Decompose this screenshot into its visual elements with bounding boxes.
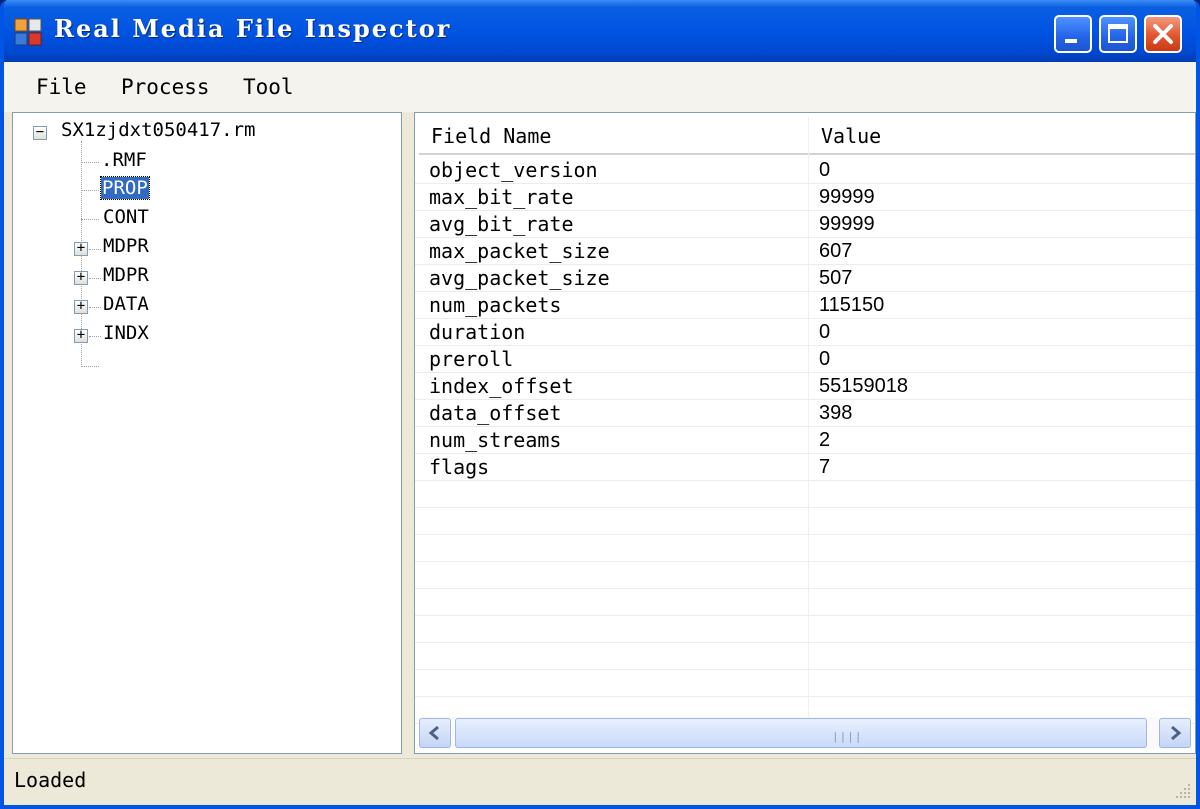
expand-icon[interactable]: + bbox=[74, 299, 88, 314]
value-cell: 55159018 bbox=[819, 375, 908, 397]
window-title: Real Media File Inspector bbox=[54, 14, 452, 43]
tree-node-cont[interactable]: CONT bbox=[103, 206, 149, 228]
status-bar: Loaded bbox=[4, 758, 1196, 805]
value-cell: 607 bbox=[819, 240, 853, 262]
tree-branch-line bbox=[81, 162, 99, 163]
value-cell: 0 bbox=[819, 159, 831, 181]
field-name-cell: num_packets bbox=[429, 293, 562, 317]
tree-node-data[interactable]: DATA bbox=[103, 293, 149, 315]
tree-branch-line bbox=[81, 219, 99, 220]
table-row[interactable]: max_bit_rate 99999 bbox=[415, 184, 1195, 211]
table-row[interactable]: duration 0 bbox=[415, 319, 1195, 346]
value-cell: 115150 bbox=[819, 294, 885, 316]
field-name-cell: object_version bbox=[429, 158, 598, 182]
field-name-cell: max_bit_rate bbox=[429, 185, 574, 209]
status-text: Loaded bbox=[14, 768, 87, 792]
table-row[interactable]: object_version 0 bbox=[415, 157, 1195, 184]
field-name-cell: index_offset bbox=[429, 374, 574, 398]
empty-row bbox=[415, 481, 1195, 508]
menu-process[interactable]: Process bbox=[121, 75, 210, 99]
resize-grip-icon[interactable] bbox=[1172, 780, 1192, 800]
tree-node-mdpr[interactable]: MDPR bbox=[103, 264, 149, 286]
minimize-button[interactable] bbox=[1054, 15, 1092, 53]
tree-branch-line bbox=[89, 336, 101, 337]
close-button[interactable] bbox=[1144, 15, 1182, 53]
maximize-icon bbox=[1108, 24, 1128, 43]
table-row[interactable]: num_packets 115150 bbox=[415, 292, 1195, 319]
scroll-left-button[interactable] bbox=[419, 718, 451, 748]
scroll-right-button[interactable] bbox=[1159, 718, 1191, 748]
tree-root-file[interactable]: SX1zjdxt050417.rm bbox=[61, 119, 255, 141]
chunk-tree-view[interactable]: − SX1zjdxt050417.rm .RMF PROP CONT + MDP… bbox=[12, 112, 402, 754]
chevron-right-icon bbox=[1171, 725, 1182, 741]
value-cell: 7 bbox=[819, 456, 831, 478]
field-name-cell: max_packet_size bbox=[429, 239, 610, 263]
expand-icon[interactable]: + bbox=[74, 241, 88, 256]
table-row[interactable]: max_packet_size 607 bbox=[415, 238, 1195, 265]
menu-bar: File Process Tool bbox=[4, 62, 1196, 112]
tree-branch-line bbox=[89, 307, 101, 308]
value-cell: 0 bbox=[819, 321, 831, 343]
column-header-value[interactable]: Value bbox=[809, 117, 1195, 155]
value-cell: 99999 bbox=[819, 213, 875, 235]
tree-branch-line bbox=[89, 249, 101, 250]
field-name-cell: data_offset bbox=[429, 401, 562, 425]
collapse-icon[interactable]: − bbox=[33, 125, 47, 140]
field-name-cell: avg_packet_size bbox=[429, 266, 610, 290]
main-window: Real Media File Inspector File Process T… bbox=[0, 0, 1200, 809]
value-cell: 507 bbox=[819, 267, 853, 289]
table-row[interactable]: avg_bit_rate 99999 bbox=[415, 211, 1195, 238]
field-name-cell: num_streams bbox=[429, 428, 562, 452]
title-bar[interactable]: Real Media File Inspector bbox=[4, 0, 1196, 62]
field-list-view[interactable]: Field Name Value object_version 0 max_bit_… bbox=[414, 112, 1196, 754]
tree-node-rmf[interactable]: .RMF bbox=[101, 149, 147, 171]
field-name-cell: flags bbox=[429, 455, 490, 479]
tree-node-prop[interactable]: PROP bbox=[100, 176, 150, 200]
grip-icon: |||| bbox=[832, 730, 863, 743]
value-cell: 0 bbox=[819, 348, 831, 370]
field-name-cell: avg_bit_rate bbox=[429, 212, 574, 236]
empty-row bbox=[415, 589, 1195, 616]
table-row[interactable]: num_streams 2 bbox=[415, 427, 1195, 454]
table-row[interactable]: index_offset 55159018 bbox=[415, 373, 1195, 400]
minimize-icon bbox=[1065, 39, 1077, 43]
chevron-left-icon bbox=[428, 725, 439, 741]
value-cell: 2 bbox=[819, 429, 831, 451]
empty-row bbox=[415, 643, 1195, 670]
empty-row bbox=[415, 508, 1195, 535]
menu-tool[interactable]: Tool bbox=[243, 75, 294, 99]
app-icon bbox=[14, 18, 42, 46]
table-row[interactable]: data_offset 398 bbox=[415, 400, 1195, 427]
table-row[interactable]: preroll 0 bbox=[415, 346, 1195, 373]
field-name-cell: preroll bbox=[429, 347, 514, 371]
value-cell: 99999 bbox=[819, 186, 875, 208]
column-header-field-name[interactable]: Field Name bbox=[419, 117, 809, 155]
field-name-cell: duration bbox=[429, 320, 526, 344]
horizontal-scrollbar[interactable]: |||| bbox=[419, 717, 1191, 749]
expand-icon[interactable]: + bbox=[74, 328, 88, 343]
tree-node-indx[interactable]: INDX bbox=[103, 322, 149, 344]
menu-file[interactable]: File bbox=[36, 75, 87, 99]
tree-node-mdpr[interactable]: MDPR bbox=[103, 235, 149, 257]
table-row[interactable]: avg_packet_size 507 bbox=[415, 265, 1195, 292]
table-row[interactable]: flags 7 bbox=[415, 454, 1195, 481]
maximize-button[interactable] bbox=[1099, 15, 1137, 53]
close-icon bbox=[1153, 24, 1173, 44]
tree-branch-line bbox=[89, 278, 101, 279]
empty-row bbox=[415, 535, 1195, 562]
tree-branch-line bbox=[81, 366, 99, 367]
value-cell: 398 bbox=[819, 402, 853, 424]
empty-row bbox=[415, 616, 1195, 643]
scroll-thumb[interactable]: |||| bbox=[455, 718, 1147, 748]
empty-row bbox=[415, 670, 1195, 697]
expand-icon[interactable]: + bbox=[74, 270, 88, 285]
tree-branch-line bbox=[81, 190, 99, 191]
empty-row bbox=[415, 562, 1195, 589]
